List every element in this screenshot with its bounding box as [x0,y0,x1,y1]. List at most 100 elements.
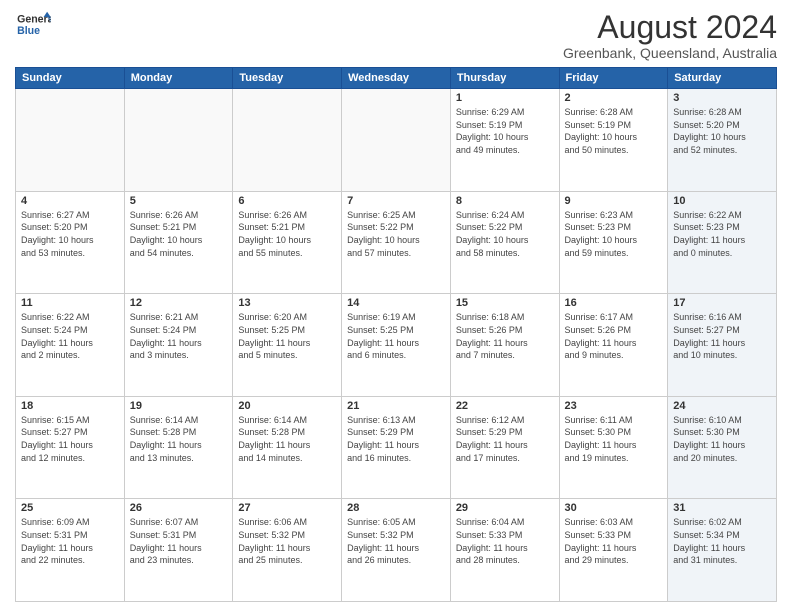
logo: General Blue [15,10,51,40]
cell-info-text: Sunrise: 6:22 AMSunset: 5:24 PMDaylight:… [21,311,119,361]
table-row: 17 Sunrise: 6:16 AMSunset: 5:27 PMDayligh… [668,294,777,397]
cell-date-number: 10 [673,195,771,207]
table-row: 30 Sunrise: 6:03 AMSunset: 5:33 PMDayligh… [559,499,668,602]
cell-info-text: Sunrise: 6:24 AMSunset: 5:22 PMDaylight:… [456,209,554,259]
cell-date-number: 30 [565,502,663,514]
table-row: 15Sunrise: 6:18 AMSunset: 5:26 PMDayligh… [450,294,559,397]
table-row: 7Sunrise: 6:25 AMSunset: 5:22 PMDaylight… [342,191,451,294]
cell-info-text: Sunrise: 6:16 AMSunset: 5:27 PMDaylight:… [673,311,771,361]
calendar-subtitle: Greenbank, Queensland, Australia [563,45,777,61]
cell-info-text: Sunrise: 6:19 AMSunset: 5:25 PMDaylight:… [347,311,445,361]
header-tuesday: Tuesday [233,68,342,89]
cell-info-text: Sunrise: 6:29 AMSunset: 5:19 PMDaylight:… [456,106,554,156]
header-sunday: Sunday [16,68,125,89]
cell-date-number: 6 [238,195,336,207]
cell-date-number: 8 [456,195,554,207]
cell-info-text: Sunrise: 6:20 AMSunset: 5:25 PMDaylight:… [238,311,336,361]
cell-info-text: Sunrise: 6:22 AMSunset: 5:23 PMDaylight:… [673,209,771,259]
week-row-3: 11 Sunrise: 6:22 AMSunset: 5:24 PMDayligh… [16,294,777,397]
cell-date-number: 16 [565,297,663,309]
cell-info-text: Sunrise: 6:13 AMSunset: 5:29 PMDaylight:… [347,414,445,464]
table-row [342,89,451,192]
cell-date-number: 22 [456,400,554,412]
cell-date-number: 3 [673,92,771,104]
table-row [124,89,233,192]
cell-date-number: 24 [673,400,771,412]
cell-info-text: Sunrise: 6:12 AMSunset: 5:29 PMDaylight:… [456,414,554,464]
table-row: 11 Sunrise: 6:22 AMSunset: 5:24 PMDayligh… [16,294,125,397]
cell-date-number: 20 [238,400,336,412]
table-row: 2 Sunrise: 6:28 AMSunset: 5:19 PMDaylight… [559,89,668,192]
logo-icon: General Blue [15,10,51,40]
cell-info-text: Sunrise: 6:10 AMSunset: 5:30 PMDaylight:… [673,414,771,464]
table-row [16,89,125,192]
cell-date-number: 25 [21,502,119,514]
header-wednesday: Wednesday [342,68,451,89]
week-row-4: 18 Sunrise: 6:15 AMSunset: 5:27 PMDayligh… [16,396,777,499]
cell-info-text: Sunrise: 6:23 AMSunset: 5:23 PMDaylight:… [565,209,663,259]
table-row: 5Sunrise: 6:26 AMSunset: 5:21 PMDaylight… [124,191,233,294]
cell-date-number: 1 [456,92,554,104]
cell-info-text: Sunrise: 6:07 AMSunset: 5:31 PMDaylight:… [130,516,228,566]
table-row: 10 Sunrise: 6:22 AMSunset: 5:23 PMDayligh… [668,191,777,294]
header-saturday: Saturday [668,68,777,89]
cell-date-number: 12 [130,297,228,309]
table-row: 3 Sunrise: 6:28 AMSunset: 5:20 PMDaylight… [668,89,777,192]
calendar-table: Sunday Monday Tuesday Wednesday Thursday… [15,67,777,602]
cell-info-text: Sunrise: 6:21 AMSunset: 5:24 PMDaylight:… [130,311,228,361]
cell-info-text: Sunrise: 6:05 AMSunset: 5:32 PMDaylight:… [347,516,445,566]
cell-date-number: 27 [238,502,336,514]
cell-info-text: Sunrise: 6:09 AMSunset: 5:31 PMDaylight:… [21,516,119,566]
table-row: 29 Sunrise: 6:04 AMSunset: 5:33 PMDayligh… [450,499,559,602]
table-row: 24 Sunrise: 6:10 AMSunset: 5:30 PMDayligh… [668,396,777,499]
cell-date-number: 21 [347,400,445,412]
cell-info-text: Sunrise: 6:27 AMSunset: 5:20 PMDaylight:… [21,209,119,259]
page: General Blue August 2024 Greenbank, Quee… [0,0,792,612]
cell-date-number: 18 [21,400,119,412]
cell-info-text: Sunrise: 6:14 AMSunset: 5:28 PMDaylight:… [130,414,228,464]
calendar-title: August 2024 [563,10,777,45]
cell-date-number: 17 [673,297,771,309]
table-row [233,89,342,192]
table-row: 16 Sunrise: 6:17 AMSunset: 5:26 PMDayligh… [559,294,668,397]
table-row: 22 Sunrise: 6:12 AMSunset: 5:29 PMDayligh… [450,396,559,499]
cell-date-number: 26 [130,502,228,514]
cell-date-number: 29 [456,502,554,514]
table-row: 23Sunrise: 6:11 AMSunset: 5:30 PMDayligh… [559,396,668,499]
cell-info-text: Sunrise: 6:17 AMSunset: 5:26 PMDaylight:… [565,311,663,361]
header: General Blue August 2024 Greenbank, Quee… [15,10,777,61]
week-row-2: 4 Sunrise: 6:27 AMSunset: 5:20 PMDaylight… [16,191,777,294]
week-row-1: 1 Sunrise: 6:29 AMSunset: 5:19 PMDaylight… [16,89,777,192]
cell-date-number: 2 [565,92,663,104]
cell-info-text: Sunrise: 6:06 AMSunset: 5:32 PMDaylight:… [238,516,336,566]
table-row: 31 Sunrise: 6:02 AMSunset: 5:34 PMDayligh… [668,499,777,602]
table-row: 28 Sunrise: 6:05 AMSunset: 5:32 PMDayligh… [342,499,451,602]
cell-date-number: 14 [347,297,445,309]
table-row: 1 Sunrise: 6:29 AMSunset: 5:19 PMDaylight… [450,89,559,192]
cell-info-text: Sunrise: 6:26 AMSunset: 5:21 PMDaylight:… [130,209,228,259]
cell-info-text: Sunrise: 6:15 AMSunset: 5:27 PMDaylight:… [21,414,119,464]
cell-info-text: Sunrise: 6:11 AMSunset: 5:30 PMDaylight:… [565,414,663,464]
cell-date-number: 4 [21,195,119,207]
table-row: 13 Sunrise: 6:20 AMSunset: 5:25 PMDayligh… [233,294,342,397]
cell-date-number: 9 [565,195,663,207]
header-friday: Friday [559,68,668,89]
cell-info-text: Sunrise: 6:02 AMSunset: 5:34 PMDaylight:… [673,516,771,566]
cell-date-number: 31 [673,502,771,514]
cell-info-text: Sunrise: 6:03 AMSunset: 5:33 PMDaylight:… [565,516,663,566]
table-row: 12 Sunrise: 6:21 AMSunset: 5:24 PMDayligh… [124,294,233,397]
table-row: 18 Sunrise: 6:15 AMSunset: 5:27 PMDayligh… [16,396,125,499]
cell-date-number: 13 [238,297,336,309]
cell-info-text: Sunrise: 6:04 AMSunset: 5:33 PMDaylight:… [456,516,554,566]
table-row: 14 Sunrise: 6:19 AMSunset: 5:25 PMDayligh… [342,294,451,397]
cell-date-number: 11 [21,297,119,309]
title-block: August 2024 Greenbank, Queensland, Austr… [563,10,777,61]
cell-info-text: Sunrise: 6:28 AMSunset: 5:19 PMDaylight:… [565,106,663,156]
table-row: 20Sunrise: 6:14 AMSunset: 5:28 PMDayligh… [233,396,342,499]
week-row-5: 25 Sunrise: 6:09 AMSunset: 5:31 PMDayligh… [16,499,777,602]
cell-date-number: 15 [456,297,554,309]
header-monday: Monday [124,68,233,89]
cell-date-number: 28 [347,502,445,514]
cell-info-text: Sunrise: 6:28 AMSunset: 5:20 PMDaylight:… [673,106,771,156]
weekday-header-row: Sunday Monday Tuesday Wednesday Thursday… [16,68,777,89]
